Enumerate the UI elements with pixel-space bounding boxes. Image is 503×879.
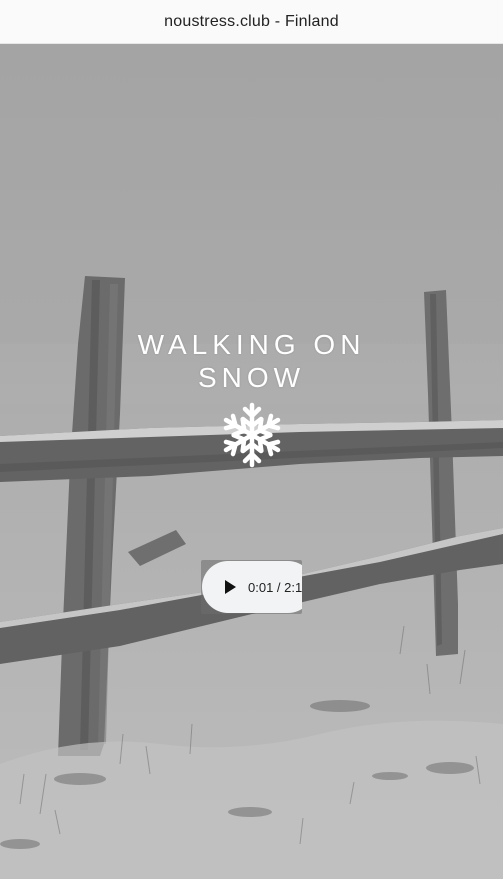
page-title: noustress.club - Finland [164,12,339,30]
top-bar: noustress.club - Finland [0,0,503,44]
time-display: 0:01 / 2:1 [248,579,302,595]
play-icon[interactable] [221,577,241,597]
snowflake-icon [219,402,285,468]
audio-player[interactable]: 0:01 / 2:1 [202,561,302,613]
audio-player-container: 0:01 / 2:1 [201,560,302,614]
hero-title-line: SNOW [197,362,306,393]
hero-overlay: WALKING ON SNOW 0:01 / 2:1 [0,44,503,879]
hero-title: WALKING ON SNOW [0,328,503,394]
hero-title-line: WALKING ON [137,329,366,360]
